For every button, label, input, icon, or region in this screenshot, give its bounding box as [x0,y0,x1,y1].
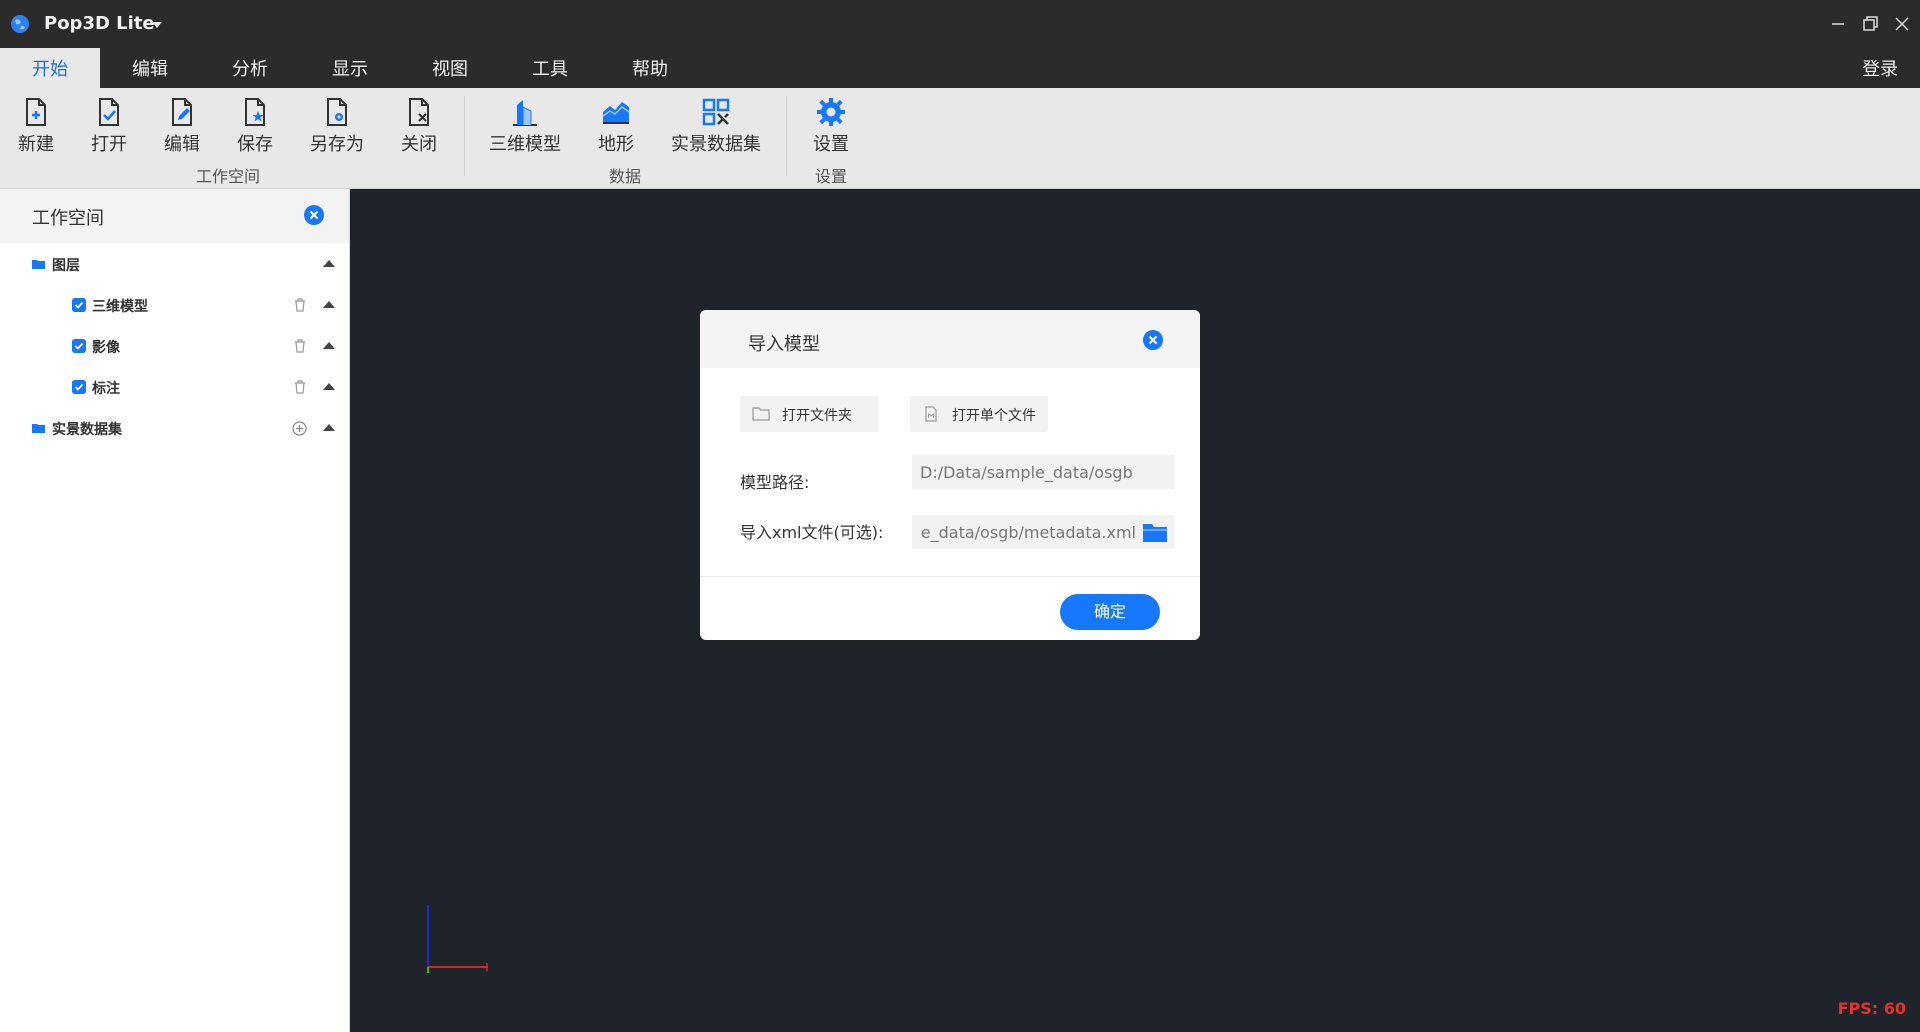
dataset-button[interactable]: 实景数据集 [670,96,762,156]
axis-gizmo-icon [427,905,488,973]
browse-folder-icon[interactable] [1142,521,1168,543]
new-button[interactable]: 新建 [16,96,56,156]
xml-file-label: 导入xml文件(可选): [740,523,884,542]
checkbox-checked-icon[interactable] [72,339,86,353]
group-label-workspace: 工作空间 [195,167,260,186]
trash-icon[interactable] [294,339,306,353]
close-window-icon[interactable] [1890,12,1914,36]
close-dialog-icon[interactable] [1143,330,1163,350]
confirm-button[interactable]: 确定 [1060,594,1160,630]
workspace-panel: 工作空间 图层 三维模型 影像 标注 实景数据集 [0,189,350,1032]
open-folder-button[interactable]: 打开文件夹 [740,396,878,432]
open-label: 打开 [91,134,127,155]
move-up-icon[interactable] [323,301,335,308]
dataset-icon [702,98,730,126]
restore-icon[interactable] [1858,12,1882,36]
app-menu-dropdown-icon[interactable] [152,22,162,28]
panel-header: 工作空间 [0,189,349,243]
ribbon-separator [464,96,465,176]
menu-bar: 开始 编辑 分析 显示 视图 工具 帮助 登录 [0,48,1920,88]
file-outline-icon [925,406,937,422]
tree-label-layers: 图层 [52,258,80,274]
edit-label: 编辑 [164,134,200,155]
app-title: Pop3D Lite [44,13,155,34]
tree-label-imagery: 影像 [92,340,120,356]
checkbox-checked-icon[interactable] [72,380,86,394]
minimize-icon[interactable] [1826,12,1850,36]
title-bar: Pop3D Lite [0,0,1920,48]
folder-icon [32,260,45,269]
globe-logo-icon [11,15,29,33]
group-label-data: 数据 [608,167,641,186]
new-label: 新建 [18,134,54,155]
3d-model-label: 三维模型 [489,134,561,155]
tree-item-annotation[interactable]: 标注 [0,372,349,402]
open-file-label: 打开单个文件 [952,408,1036,424]
settings-button[interactable]: 设置 [811,96,851,156]
tab-help[interactable]: 帮助 [600,48,700,88]
dialog-title: 导入模型 [748,334,820,355]
open-button[interactable]: 打开 [89,96,129,156]
tab-edit[interactable]: 编辑 [100,48,200,88]
checkbox-checked-icon[interactable] [72,298,86,312]
terrain-icon [602,102,630,124]
save-button[interactable]: 保存 [235,96,275,156]
close-file-icon [409,98,429,126]
save-as-icon [327,98,347,126]
collapse-icon[interactable] [323,424,335,431]
close-button[interactable]: 关闭 [399,96,439,156]
new-file-icon [26,98,46,126]
tab-tools[interactable]: 工具 [500,48,600,88]
tab-view[interactable]: 视图 [400,48,500,88]
fps-counter: FPS: 60 [1837,999,1906,1018]
ribbon-toolbar: 新建 打开 编辑 保存 另存为 关闭 工作空间 三维模型 地形 实景数据集 数据… [0,88,1920,189]
close-panel-icon[interactable] [304,205,324,225]
group-label-settings: 设置 [814,167,847,186]
3d-model-icon [513,100,537,126]
login-link[interactable]: 登录 [1862,48,1898,92]
tree-label-dataset: 实景数据集 [52,422,122,438]
open-file-icon [99,98,119,126]
folder-icon [32,424,45,433]
move-up-icon[interactable] [323,383,335,390]
terrain-label: 地形 [598,134,634,155]
settings-label: 设置 [813,134,849,155]
dialog-divider [700,576,1200,577]
panel-title: 工作空间 [32,208,104,229]
tree-label-3d-model: 三维模型 [92,299,148,315]
model-path-label: 模型路径: [740,473,810,492]
folder-outline-icon [752,407,770,421]
model-path-field[interactable] [912,455,1174,489]
edit-button[interactable]: 编辑 [162,96,202,156]
open-folder-label: 打开文件夹 [782,408,852,424]
save-file-icon [245,98,265,126]
move-up-icon[interactable] [323,342,335,349]
save-as-label: 另存为 [310,134,364,155]
save-label: 保存 [237,134,273,155]
dialog-header: 导入模型 [700,310,1200,368]
tab-display[interactable]: 显示 [300,48,400,88]
dataset-label: 实景数据集 [671,134,761,155]
collapse-icon[interactable] [323,260,335,267]
tree-node-dataset[interactable]: 实景数据集 [0,413,349,443]
edit-file-icon [172,98,192,126]
gear-icon [817,98,845,126]
tree-item-imagery[interactable]: 影像 [0,331,349,361]
open-file-button[interactable]: 打开单个文件 [910,396,1048,432]
tab-start[interactable]: 开始 [0,48,100,88]
import-model-dialog: 导入模型 打开文件夹 打开单个文件 模型路径: 导入xml文件(可选): 确定 [700,310,1200,640]
terrain-button[interactable]: 地形 [596,96,636,156]
save-as-button[interactable]: 另存为 [308,96,366,156]
3d-model-button[interactable]: 三维模型 [488,96,562,156]
tree-item-3d-model[interactable]: 三维模型 [0,290,349,320]
tree-label-annotation: 标注 [92,381,120,397]
tree-node-layers[interactable]: 图层 [0,249,349,279]
tab-analysis[interactable]: 分析 [200,48,300,88]
close-label: 关闭 [401,134,437,155]
trash-icon[interactable] [294,298,306,312]
xml-file-field[interactable] [912,515,1174,549]
add-circle-icon[interactable] [292,421,307,436]
trash-icon[interactable] [294,380,306,394]
